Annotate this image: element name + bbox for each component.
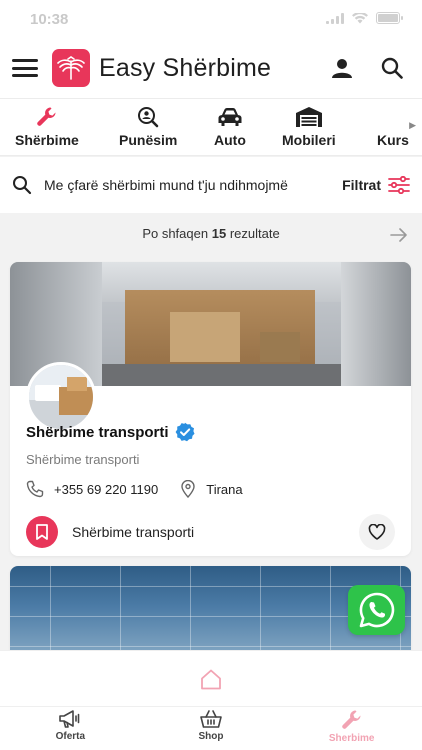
filter-label: Filtrat bbox=[342, 177, 381, 193]
heart-icon bbox=[368, 524, 386, 540]
arrow-right-icon[interactable] bbox=[390, 228, 408, 242]
category-label: Shërbime bbox=[15, 132, 79, 148]
tab-oferta[interactable]: Oferta bbox=[0, 707, 141, 750]
category-kurs[interactable]: Kurs bbox=[377, 105, 409, 148]
tab-shop[interactable]: Shop bbox=[141, 707, 282, 750]
filter-icon bbox=[388, 176, 410, 194]
tab-sherbime[interactable]: Sherbime bbox=[281, 707, 422, 750]
user-icon[interactable] bbox=[328, 54, 356, 82]
signal-icon bbox=[326, 12, 344, 24]
listing-city: Tirana bbox=[206, 481, 243, 497]
menu-icon[interactable] bbox=[12, 59, 38, 77]
listing-category-label: Shërbime transporti bbox=[72, 524, 195, 540]
category-label: Punësim bbox=[119, 132, 178, 148]
scroll-right-icon[interactable]: ▶ bbox=[409, 120, 416, 131]
results-prefix: Po shfaqen bbox=[142, 226, 209, 241]
megaphone-icon bbox=[59, 710, 80, 728]
battery-icon bbox=[376, 12, 403, 24]
favorite-button[interactable] bbox=[359, 514, 395, 550]
category-punesim[interactable]: Punësim bbox=[119, 105, 177, 148]
wrench-icon bbox=[341, 710, 361, 729]
location-pin-icon bbox=[180, 480, 196, 498]
status-time: 10:38 bbox=[30, 11, 69, 28]
tab-bar: Oferta Shop Sherbime bbox=[0, 706, 422, 750]
basket-icon bbox=[200, 710, 222, 728]
category-label: Mobileri bbox=[282, 132, 336, 148]
car-icon bbox=[218, 105, 242, 129]
listing-subtitle: Shërbime transporti bbox=[26, 452, 140, 467]
category-nav: Shërbime Punësim Auto Mobileri Kurs ▶ bbox=[0, 98, 422, 156]
category-label: Kurs bbox=[377, 132, 409, 148]
listing-details: Shërbime transporti Shërbime transporti … bbox=[26, 422, 395, 498]
listing-card[interactable]: Shërbime transporti Shërbime transporti … bbox=[10, 262, 411, 556]
listing-phone[interactable]: +355 69 220 1190 bbox=[54, 482, 158, 497]
whatsapp-button[interactable] bbox=[348, 585, 405, 635]
results-summary: Po shfaqen 15 rezultate bbox=[0, 226, 422, 250]
whatsapp-icon bbox=[359, 592, 394, 628]
search-icon bbox=[13, 176, 32, 195]
wifi-icon bbox=[352, 12, 368, 23]
logo-icon bbox=[52, 49, 90, 87]
header-actions bbox=[328, 54, 410, 82]
search-input[interactable]: Me çfarë shërbimi mund t'ju ndihmojmë bbox=[44, 177, 342, 193]
home-strip bbox=[0, 650, 422, 706]
bookmark-icon bbox=[26, 516, 58, 548]
app-header: Easy Shërbime bbox=[0, 38, 422, 98]
search-bar: Me çfarë shërbimi mund t'ju ndihmojmë Fi… bbox=[0, 157, 422, 213]
results-count: 15 bbox=[211, 226, 227, 241]
category-auto[interactable]: Auto bbox=[214, 105, 246, 148]
tab-label: Shop bbox=[198, 731, 224, 742]
results-suffix: rezultate bbox=[229, 226, 280, 241]
wrench-icon bbox=[36, 105, 58, 129]
listing-footer: Shërbime transporti bbox=[26, 514, 395, 550]
home-icon[interactable] bbox=[200, 668, 222, 690]
status-bar: 10:38 bbox=[0, 0, 422, 38]
filter-button[interactable]: Filtrat bbox=[342, 176, 410, 194]
job-search-icon bbox=[137, 105, 159, 129]
phone-icon bbox=[26, 480, 44, 498]
category-sherbime[interactable]: Shërbime bbox=[15, 105, 79, 148]
tab-label: Oferta bbox=[55, 731, 86, 742]
tab-label: Sherbime bbox=[328, 733, 375, 744]
search-icon[interactable] bbox=[378, 54, 406, 82]
listing-title[interactable]: Shërbime transporti bbox=[26, 424, 169, 441]
app-name: Easy Shërbime bbox=[99, 53, 272, 82]
category-label: Auto bbox=[214, 132, 246, 148]
status-icons bbox=[326, 12, 403, 24]
verified-badge-icon bbox=[175, 422, 195, 442]
garage-icon bbox=[295, 105, 323, 129]
category-mobileri[interactable]: Mobileri bbox=[282, 105, 336, 148]
